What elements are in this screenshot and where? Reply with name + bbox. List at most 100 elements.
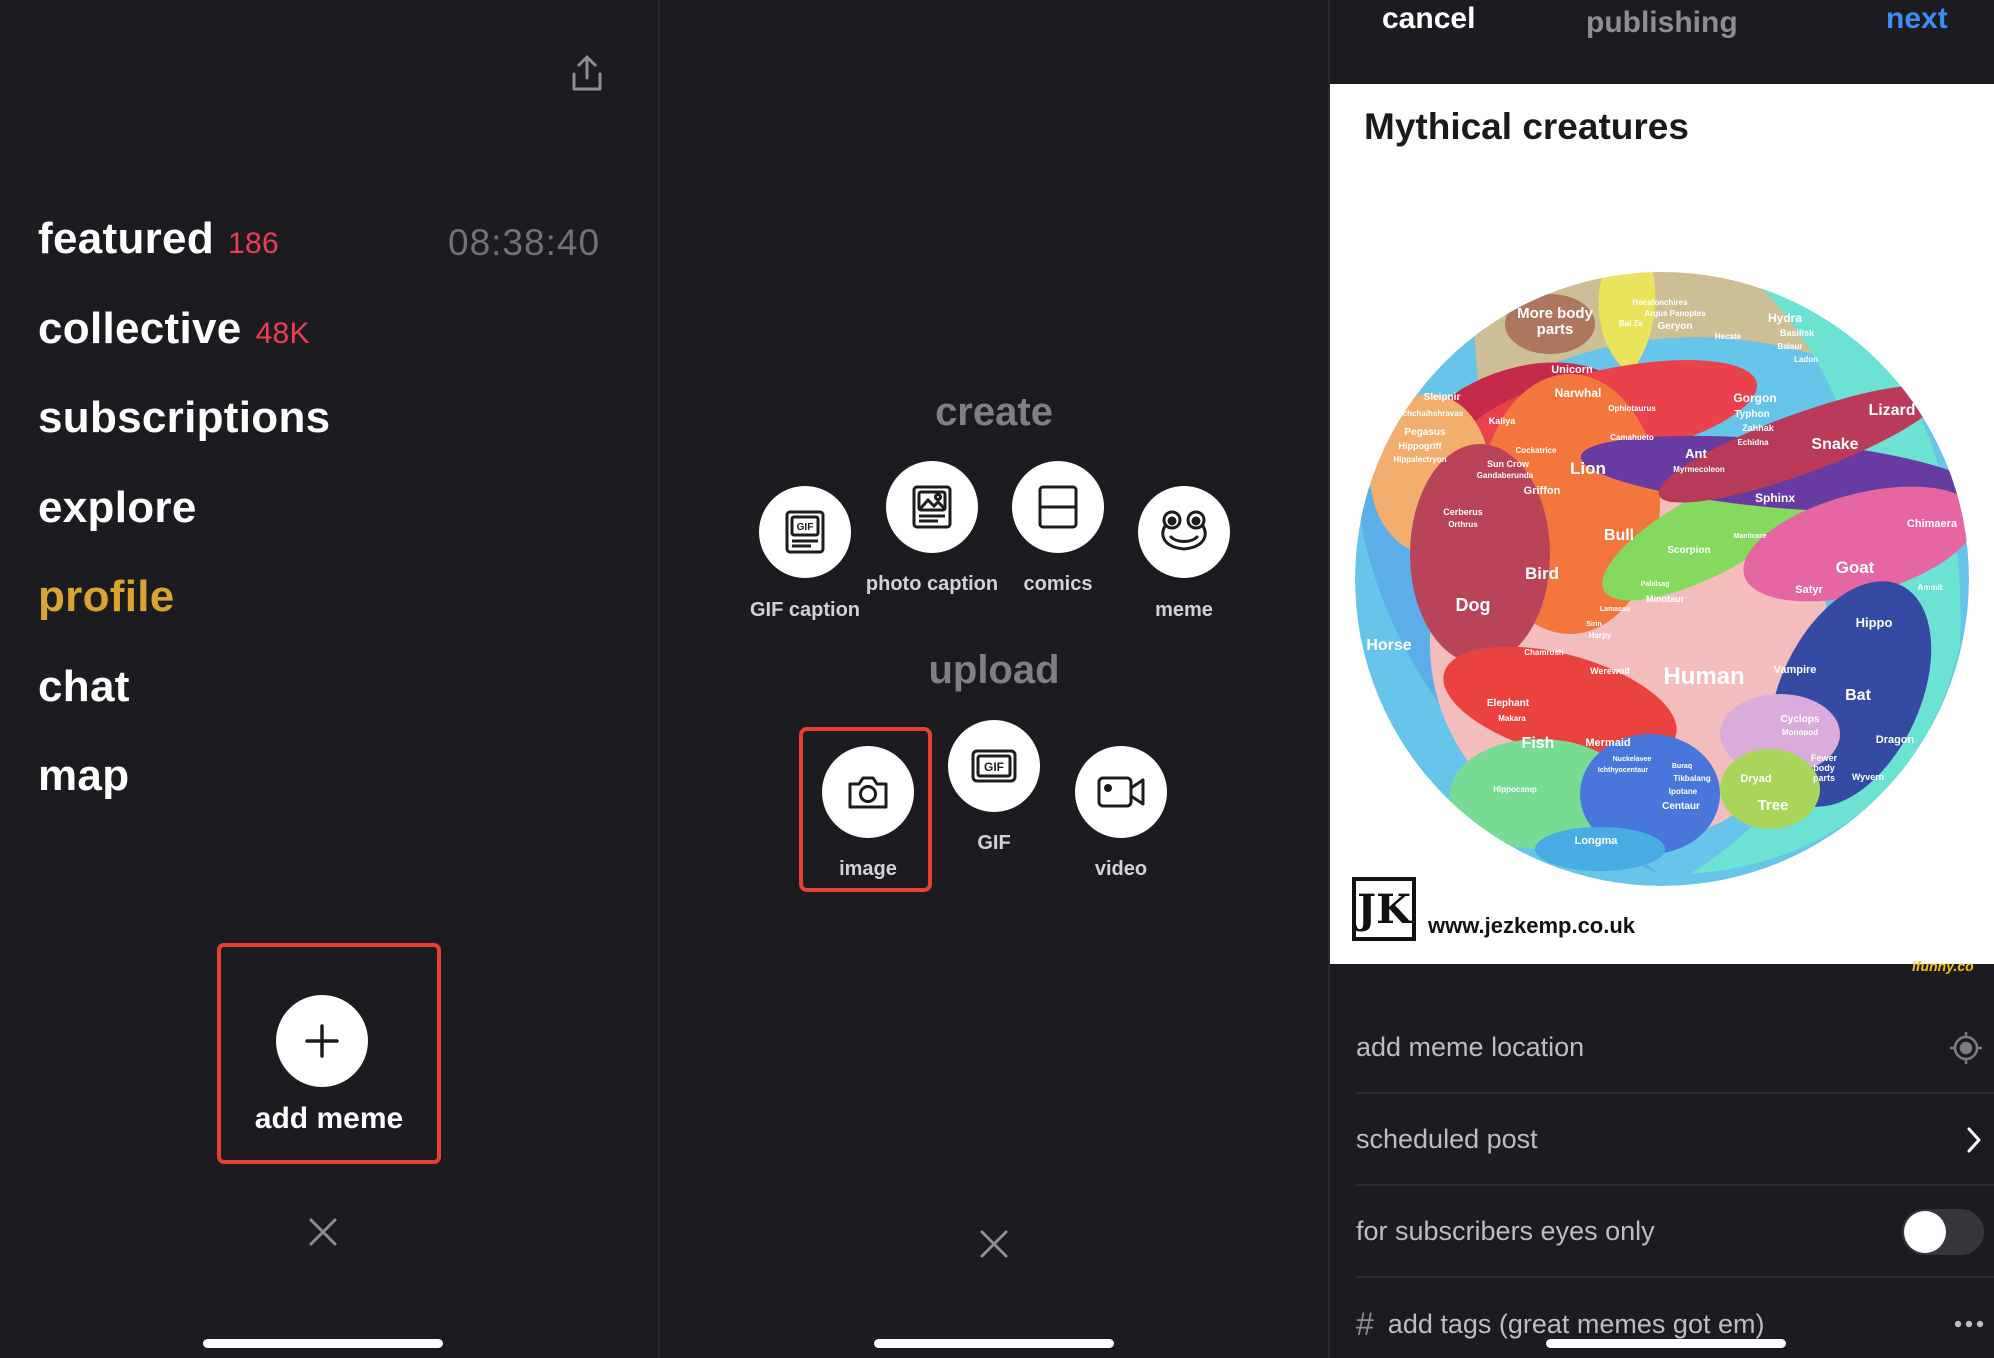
diagram-label: Gandaberunda <box>1477 471 1534 480</box>
video-upload-button[interactable] <box>1075 746 1167 838</box>
meme-location-row[interactable]: add meme location <box>1356 1002 1994 1094</box>
comics-icon <box>1038 485 1078 529</box>
add-meme-button[interactable] <box>276 995 368 1087</box>
menu-item-chat[interactable]: chat <box>38 662 130 712</box>
diagram-label: Typhon <box>1734 409 1769 420</box>
scheduled-post-label: scheduled post <box>1356 1123 1538 1154</box>
featured-count-badge: 186 <box>228 227 279 260</box>
gif-caption-button[interactable]: GIF <box>759 486 851 578</box>
menu-item-subscriptions[interactable]: subscriptions <box>38 393 330 443</box>
ifunny-watermark: ifunny.co <box>1912 958 1974 974</box>
diagram-label: Bat <box>1845 687 1871 704</box>
image-upload-button[interactable] <box>822 746 914 838</box>
menu-item-featured[interactable]: featured 186 <box>38 214 279 264</box>
diagram-label: Sleipnir <box>1424 392 1461 403</box>
diagram-label: Makara <box>1498 714 1526 723</box>
diagram-label: Dryad <box>1740 773 1771 785</box>
diagram-label: body <box>1813 763 1835 773</box>
diagram-label: Centaur <box>1662 801 1700 812</box>
menu-item-label: featured <box>38 214 214 263</box>
camera-icon <box>848 776 888 809</box>
diagram-label: Myrmecoleon <box>1673 465 1725 474</box>
diagram-label: Dog <box>1456 595 1491 615</box>
diagram-label: Unicorn <box>1551 364 1593 376</box>
diagram-label: Longma <box>1575 835 1619 847</box>
menu-item-explore[interactable]: explore <box>38 483 197 533</box>
share-button[interactable] <box>562 48 612 98</box>
diagram-label: Tikbalang <box>1673 774 1710 783</box>
diagram-label: Chamrosh <box>1524 648 1564 657</box>
diagram-label: Tree <box>1758 797 1789 814</box>
diagram-label: Lizard <box>1868 402 1915 419</box>
diagram-label: Cyclops <box>1781 714 1820 725</box>
diagram-label: Balaur <box>1778 342 1803 351</box>
close-create-button[interactable] <box>974 1224 1014 1264</box>
diagram-label: Minotaur <box>1646 594 1684 604</box>
diagram-label: Buraq <box>1672 763 1692 770</box>
diagram-label: Uchchaihshravas <box>1397 409 1464 418</box>
diagram-label: Bird <box>1525 564 1559 583</box>
scheduled-post-row[interactable]: scheduled post <box>1356 1094 1994 1186</box>
diagram-label: Harpy <box>1589 631 1612 640</box>
plus-icon <box>305 1024 339 1058</box>
menu-item-label: explore <box>38 483 197 532</box>
diagram-label: Cerberus <box>1443 507 1483 517</box>
diagram-label: Ladon <box>1794 355 1818 364</box>
diagram-label: Geryon <box>1657 321 1692 332</box>
comics-label: comics <box>1023 573 1093 595</box>
close-icon <box>980 1230 1008 1258</box>
diagram-label: Ant <box>1685 446 1707 461</box>
diagram-label: Pegasus <box>1404 427 1446 438</box>
subscribers-only-toggle[interactable] <box>1902 1209 1984 1255</box>
diagram-label: Hippalectryon <box>1393 455 1446 464</box>
publish-panel: cancel publishing next Mythical creature… <box>1330 0 1994 1358</box>
menu-panel: featured 186 08:38:40 collective 48K subsc… <box>0 0 658 1358</box>
close-menu-button[interactable] <box>303 1212 343 1252</box>
upload-section-title: upload <box>928 648 1060 692</box>
diagram-label: Hippo <box>1856 615 1893 630</box>
tags-input[interactable]: add tags (great memes got em) <box>1388 1309 1765 1340</box>
diagram-label: Argus Panoptes <box>1644 309 1706 318</box>
diagram-label: Satyr <box>1795 584 1823 596</box>
menu-item-collective[interactable]: collective 48K <box>38 304 310 354</box>
featured-timer: 08:38:40 <box>448 222 601 263</box>
comics-button[interactable] <box>1012 461 1104 553</box>
next-button[interactable]: next <box>1886 2 1948 36</box>
photo-caption-icon <box>912 485 952 529</box>
publishing-title: publishing <box>1586 6 1738 39</box>
gif-upload-button[interactable]: GIF <box>948 720 1040 812</box>
frog-meme-icon <box>1161 510 1207 551</box>
diagram-label: Pabilsag <box>1641 581 1670 588</box>
home-indicator <box>203 1339 443 1348</box>
photo-caption-button[interactable] <box>886 461 978 553</box>
home-indicator <box>874 1339 1114 1348</box>
create-section-title: create <box>935 390 1053 434</box>
cancel-button[interactable]: cancel <box>1382 2 1475 36</box>
meme-credit: www.jezkemp.co.uk <box>1428 913 1636 938</box>
diagram-label: Cockatrice <box>1516 446 1557 455</box>
svg-text:GIF: GIF <box>984 760 1004 774</box>
more-icon[interactable] <box>1954 1319 1984 1329</box>
diagram-label: Ichthyocentaur <box>1598 767 1648 774</box>
gif-caption-icon: GIF <box>785 510 825 554</box>
mythical-creatures-diagram: More bodypartsHecatonchiresArgus Panopte… <box>1355 272 1969 886</box>
location-target-icon <box>1950 1032 1982 1064</box>
add-meme-label[interactable]: add meme <box>217 1102 441 1136</box>
image-upload-label: image <box>839 858 897 880</box>
menu-item-profile[interactable]: profile <box>38 572 175 622</box>
diagram-label: Echidna <box>1737 438 1769 447</box>
gif-icon: GIF <box>971 749 1017 783</box>
subscribers-only-row: for subscribers eyes only <box>1356 1186 1994 1278</box>
close-icon <box>309 1218 337 1246</box>
diagram-label: Dragon <box>1876 734 1915 746</box>
diagram-label: parts <box>1537 321 1574 338</box>
diagram-label: Ipotane <box>1669 787 1698 796</box>
diagram-label: Griffon <box>1524 485 1561 497</box>
hashtag-icon: # <box>1356 1305 1374 1342</box>
menu-item-label: profile <box>38 572 175 621</box>
meme-button[interactable] <box>1138 486 1230 578</box>
diagram-label: Nuckelavee <box>1613 756 1652 763</box>
menu-item-map[interactable]: map <box>38 751 129 801</box>
meme-label: meme <box>1155 599 1213 621</box>
diagram-label: Mermaid <box>1585 737 1630 749</box>
